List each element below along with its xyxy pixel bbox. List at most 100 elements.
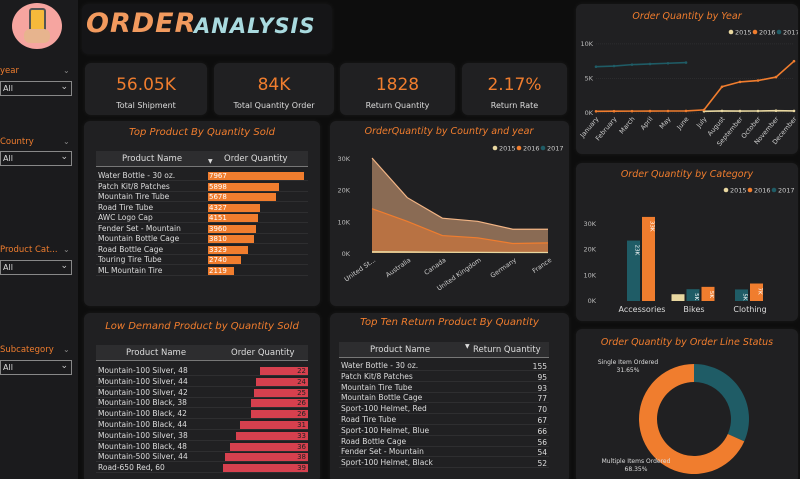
product-name: Water Bottle - 30 oz. (341, 361, 419, 370)
column-header[interactable]: Order Quantity (231, 348, 295, 358)
y-tick-label: 20K (337, 187, 350, 195)
table-row: Mountain-100 Silver, 44 24 (96, 377, 308, 387)
data-point (630, 109, 634, 113)
column-header[interactable]: Order Quantity (224, 154, 288, 164)
country-slicer-value: All (3, 154, 13, 163)
kpi-label: Return Quantity (365, 101, 430, 110)
quantity-bar: 26 (251, 410, 308, 419)
legend-label: 2015 (735, 29, 752, 37)
category-slicer-value: All (3, 263, 13, 272)
bar-data-label: 23K (634, 245, 640, 256)
return-quantity: 155 (532, 362, 547, 371)
data-point (594, 109, 598, 113)
data-point (594, 65, 598, 69)
legend-marker (540, 145, 546, 151)
app-logo (12, 3, 62, 49)
kpi-label: Return Rate (490, 101, 539, 110)
table-row: Fender Set - Mountain 54 (339, 447, 549, 458)
product-name: Mountain-100 Silver, 38 (98, 430, 188, 440)
chevron-down-icon[interactable]: ⌄ (63, 66, 70, 75)
bar-data-label: 33K (649, 221, 655, 232)
table-row: Road Bottle Cage 56 (339, 437, 549, 447)
quantity-value: 3810 (209, 235, 227, 243)
product-name: AWC Logo Cap (98, 213, 153, 222)
legend-marker (776, 29, 782, 35)
year-chart-card: Order Quantity by Year 2015 2016 2017 0K 5K 10… (576, 4, 800, 154)
sort-desc-icon[interactable]: ▼ (465, 343, 470, 350)
quantity-bar: 4151 (208, 214, 259, 222)
bar-data-label: 5K (708, 291, 714, 298)
top-product-card: Top Product By Quantity Sold Product Nam… (84, 121, 320, 306)
data-point (702, 108, 706, 112)
sort-desc-icon[interactable]: ▼ (208, 158, 213, 165)
y-tick-label: 10K (337, 218, 350, 226)
page-title: ORDER (86, 8, 197, 39)
chevron-down-icon: ⌄ (60, 361, 68, 371)
kpi-value: 84K (257, 75, 291, 95)
column-header[interactable]: Product Name (122, 154, 182, 164)
return-quantity: 52 (537, 459, 547, 469)
return-quantity: 54 (537, 448, 547, 458)
legend-marker (771, 187, 777, 193)
quantity-bar: 5898 (208, 182, 280, 191)
subcategory-slicer[interactable]: All ⌄ (0, 360, 72, 375)
quantity-value: 39 (297, 464, 306, 473)
data-point (774, 75, 778, 79)
kpi-value: 2.17% (487, 75, 542, 95)
quantity-bar: 39 (223, 464, 308, 473)
table-row: Mountain-100 Silver, 42 25 (96, 388, 308, 398)
return-quantity: 67 (537, 416, 547, 425)
return-quantity: 56 (537, 437, 547, 447)
card-title: Low Demand Product by Quantity Sold (105, 321, 299, 332)
chevron-down-icon[interactable]: ⌄ (63, 137, 70, 146)
chart-title: OrderQuantity by Country and year (365, 126, 535, 137)
y-tick-label: 0K (588, 297, 597, 305)
year-slicer[interactable]: All ⌄ (0, 81, 72, 96)
product-name: Patch Kit/8 Patches (341, 371, 413, 381)
chevron-down-icon[interactable]: ⌄ (63, 245, 70, 254)
country-slicer[interactable]: All ⌄ (0, 151, 72, 166)
product-name: Mountain-100 Silver, 48 (98, 366, 188, 375)
legend-marker (747, 187, 753, 193)
quantity-bar: 5678 (208, 193, 277, 201)
column-header[interactable]: Product Name (126, 348, 186, 358)
table-row: ML Mountain Tire 2119 (96, 266, 308, 276)
quantity-value: 26 (297, 399, 306, 408)
quantity-bar: 3329 (208, 245, 249, 254)
quantity-value: 4151 (209, 214, 227, 222)
data-point (756, 79, 760, 82)
column-header[interactable]: Return Quantity (473, 345, 541, 355)
product-name: Mountain Bottle Cage (341, 393, 423, 403)
table-row: Sport-100 Helmet, Black 52 (339, 458, 549, 469)
quantity-value: 36 (297, 442, 306, 451)
category-slicer[interactable]: All ⌄ (0, 260, 72, 275)
table-row: Patch Kit/8 Patches 95 (339, 372, 549, 382)
line-series-2016 (595, 60, 795, 113)
table-row: Mountain-100 Silver, 38 33 (96, 431, 308, 441)
product-name: Water Bottle - 30 oz. (98, 171, 176, 180)
header: ORDER ANALYSIS (82, 4, 332, 54)
product-name: Road Tire Tube (98, 202, 154, 212)
table-row: Mountain-100 Silver, 48 22 (96, 366, 308, 376)
table-header: Product Name Order Quantity ▼ (96, 151, 308, 167)
quantity-bar: 24 (255, 377, 308, 386)
category-chart-card: Order Quantity by Category 2015 2016 2017 0K… (576, 163, 798, 321)
product-name: Mountain Tire Tube (341, 382, 413, 392)
column-header[interactable]: Product Name (370, 345, 430, 355)
table-header: Product Name Order Quantity (96, 345, 308, 361)
quantity-bar: 2740 (208, 256, 242, 264)
card-title: Top Ten Return Product By Quantity (360, 317, 539, 328)
chevron-down-icon: ⌄ (60, 261, 68, 271)
chevron-down-icon[interactable]: ⌄ (63, 345, 70, 354)
legend-marker (516, 145, 522, 151)
y-tick-label: 30K (583, 220, 596, 228)
product-name: ML Mountain Tire (98, 265, 163, 275)
data-point (630, 63, 634, 66)
product-name: Mountain-100 Black, 48 (98, 441, 187, 451)
donut-slice (694, 364, 749, 442)
data-point (648, 109, 652, 113)
table-row: Road-650 Red, 60 39 (96, 463, 308, 474)
table-row: Road Tire Tube 4327 (96, 203, 308, 213)
product-name: Mountain Tire Tube (98, 192, 170, 201)
legend-label: 2015 (730, 187, 747, 195)
